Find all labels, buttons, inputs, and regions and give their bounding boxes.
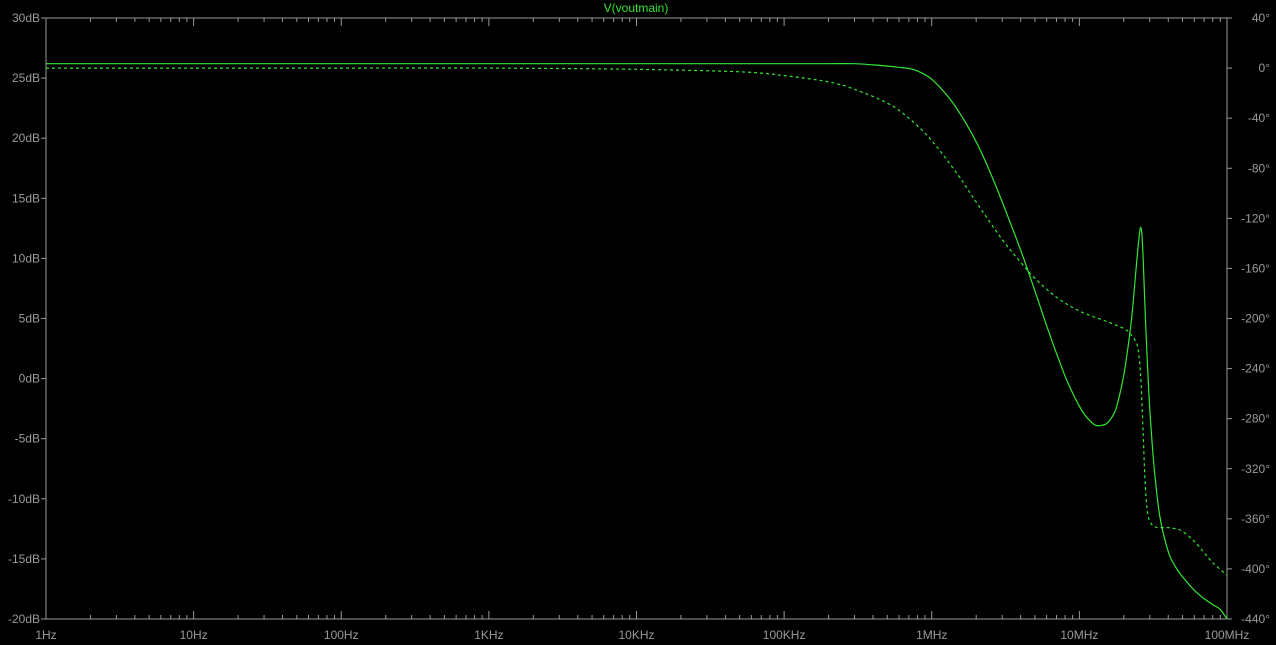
- y-right-tick-label: -40°: [1248, 111, 1270, 125]
- x-tick-label: 10Hz: [180, 628, 208, 642]
- y-left-tick-label: 15dB: [12, 191, 40, 205]
- y-right-tick-label: -200°: [1241, 312, 1270, 326]
- y-right-tick-label: -360°: [1241, 512, 1270, 526]
- x-tick-label: 1MHz: [916, 628, 947, 642]
- y-left-tick-label: -15dB: [8, 552, 40, 566]
- y-left-tick-label: 25dB: [12, 71, 40, 85]
- x-tick-label: 10KHz: [618, 628, 654, 642]
- y-right-tick-label: 40°: [1252, 11, 1270, 25]
- y-left-tick-label: 30dB: [12, 11, 40, 25]
- x-tick-label: 1KHz: [474, 628, 503, 642]
- y-left-tick-label: -20dB: [8, 612, 40, 626]
- y-right-tick-label: -240°: [1241, 362, 1270, 376]
- x-tick-label: 1Hz: [35, 628, 56, 642]
- y-right-tick-label: -440°: [1241, 612, 1270, 626]
- y-left-tick-label: 10dB: [12, 251, 40, 265]
- chart-title: V(voutmain): [604, 1, 669, 15]
- x-tick-label: 100KHz: [763, 628, 806, 642]
- y-right-tick-label: -80°: [1248, 161, 1270, 175]
- y-left-tick-label: -10dB: [8, 492, 40, 506]
- y-left-tick-label: 5dB: [19, 312, 40, 326]
- y-right-tick-label: 0°: [1259, 61, 1271, 75]
- bode-plot: 1Hz 10Hz 100Hz 1KHz 10KHz 100KHz 1MHz 10MHz 100M…: [8, 1, 1271, 642]
- y-right-tick-label: -160°: [1241, 261, 1270, 275]
- y-left-tick-label: -5dB: [15, 432, 40, 446]
- y-right-tick-label: -320°: [1241, 462, 1270, 476]
- y-left-tick-label: 0dB: [19, 372, 40, 386]
- x-tick-label: 100MHz: [1205, 628, 1250, 642]
- y-right-tick-label: -280°: [1241, 412, 1270, 426]
- plot-area: [45, 17, 1228, 620]
- y-left-tick-label: 20dB: [12, 131, 40, 145]
- x-tick-label: 10MHz: [1060, 628, 1098, 642]
- y-right-tick-label: -120°: [1241, 211, 1270, 225]
- y-right-tick-label: -400°: [1241, 562, 1270, 576]
- x-tick-label: 100Hz: [324, 628, 359, 642]
